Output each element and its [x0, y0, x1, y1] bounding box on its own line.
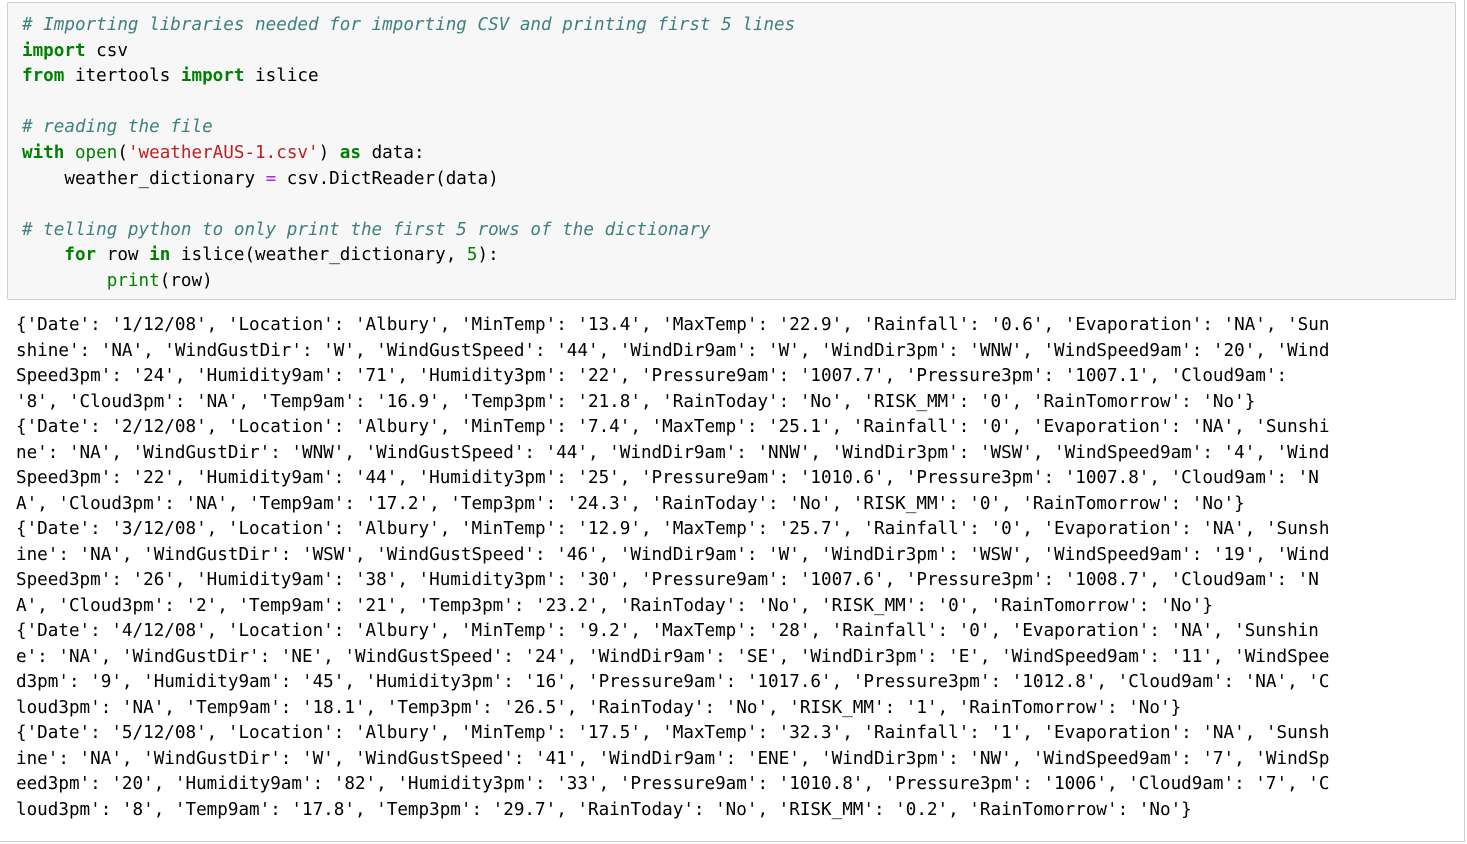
code-text: ): [318, 142, 340, 163]
code-text: ):: [477, 245, 499, 266]
output-line: {'Date': '1/12/08', 'Location': 'Albury'…: [16, 315, 1330, 335]
code-text: csv.DictReader(data): [276, 168, 499, 189]
code-line: with open('weatherAUS-1.csv') as data:: [22, 141, 795, 167]
output-line: shine': 'NA', 'WindGustDir': 'W', 'WindG…: [16, 340, 1330, 361]
code-input-area[interactable]: # Importing libraries needed for importi…: [7, 2, 1456, 300]
code-keyword: from: [22, 66, 65, 87]
code-line: # Importing libraries needed for importi…: [22, 13, 795, 39]
output-line: A', 'Cloud3pm': '2', 'Temp9am': '21', 'T…: [16, 595, 1213, 616]
code-keyword: import: [22, 40, 86, 61]
code-text: data:: [360, 142, 425, 163]
code-text: islice(weather_dictionary,: [170, 245, 467, 266]
code-text: islice: [244, 66, 319, 87]
output-line: Speed3pm': '24', 'Humidity9am': '71', 'H…: [16, 366, 1288, 386]
code-text: itertools: [64, 66, 181, 87]
output-line: Speed3pm': '22', 'Humidity9am': '44', 'H…: [16, 468, 1319, 488]
code-editor[interactable]: # Importing libraries needed for importi…: [22, 13, 795, 295]
output-line: ine': 'NA', 'WindGustDir': 'WSW', 'WindG…: [16, 544, 1330, 565]
code-text: weather_dictionary: [22, 168, 266, 189]
output-line: '8', 'Cloud3pm': 'NA', 'Temp9am': '16.9'…: [16, 391, 1256, 412]
output-line: ne': 'NA', 'WindGustDir': 'WNW', 'WindGu…: [16, 442, 1330, 463]
output-text: {'Date': '1/12/08', 'Location': 'Albury'…: [16, 313, 1329, 823]
output-line: ine': 'NA', 'WindGustDir': 'W', 'WindGus…: [16, 748, 1330, 769]
code-line: print(row): [22, 269, 795, 295]
notebook-cell[interactable]: # Importing libraries needed for importi…: [0, 0, 1465, 842]
code-text: (: [117, 142, 128, 163]
output-line: d3pm': '9', 'Humidity9am': '45', 'Humidi…: [16, 672, 1330, 692]
code-keyword: in: [149, 245, 171, 266]
code-comment: # reading the file: [22, 117, 213, 138]
output-line: eed3pm': '20', 'Humidity9am': '82', 'Hum…: [16, 774, 1330, 794]
code-number: 5: [466, 245, 478, 266]
code-comment: # telling python to only print the first…: [22, 219, 711, 240]
code-text: csv: [85, 40, 128, 61]
output-line: loud3pm': '8', 'Temp9am': '17.8', 'Temp3…: [16, 799, 1192, 820]
code-line: # telling python to only print the first…: [22, 218, 795, 244]
code-builtin: print: [106, 270, 160, 291]
output-line: {'Date': '4/12/08', 'Location': 'Albury'…: [16, 621, 1319, 641]
output-line: {'Date': '5/12/08', 'Location': 'Albury'…: [16, 723, 1330, 743]
output-line: loud3pm': 'NA', 'Temp9am': '18.1', 'Temp…: [16, 697, 1182, 718]
code-keyword: import: [180, 66, 245, 87]
code-comment: # Importing libraries needed for importi…: [22, 15, 796, 35]
code-line: for row in islice(weather_dictionary, 5)…: [22, 243, 795, 269]
code-text: row: [96, 245, 150, 266]
code-line: import csv: [22, 39, 795, 65]
output-line: {'Date': '2/12/08', 'Location': 'Albury'…: [16, 417, 1330, 437]
code-line: from itertools import islice: [22, 64, 795, 90]
code-builtin: open: [74, 142, 118, 163]
output-line: Speed3pm': '26', 'Humidity9am': '38', 'H…: [16, 570, 1319, 590]
output-line: A', 'Cloud3pm': 'NA', 'Temp9am': '17.2',…: [16, 493, 1245, 514]
output-line: e': 'NA', 'WindGustDir': 'NE', 'WindGust…: [16, 646, 1330, 667]
code-keyword: with: [22, 142, 65, 163]
code-text: (row): [159, 270, 213, 291]
output-line: {'Date': '3/12/08', 'Location': 'Albury'…: [16, 519, 1330, 539]
code-line: weather_dictionary = csv.DictReader(data…: [22, 167, 795, 193]
code-string: 'weatherAUS-1.csv': [127, 142, 319, 163]
code-line: # reading the file: [22, 115, 795, 141]
code-keyword: for: [64, 245, 97, 266]
code-keyword: as: [339, 142, 361, 163]
cell-output-area: {'Date': '1/12/08', 'Location': 'Albury'…: [7, 312, 1456, 832]
code-operator: =: [265, 168, 277, 189]
